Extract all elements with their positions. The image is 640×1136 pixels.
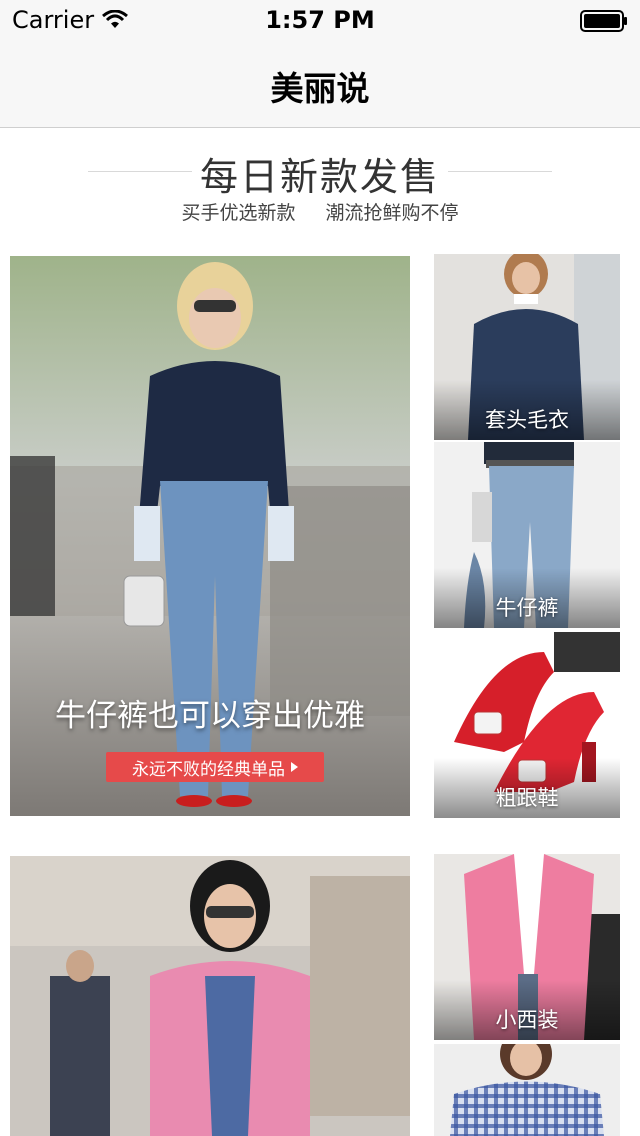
status-time: 1:57 PM [265, 6, 375, 34]
tile-jeans[interactable]: 牛仔裤 [434, 442, 620, 628]
feature-banner-blazer[interactable] [10, 856, 410, 1136]
battery-icon [580, 10, 627, 32]
tile-heels[interactable]: 粗跟鞋 [434, 632, 620, 818]
section-header: 每日新款发售 [0, 146, 640, 199]
tile-label-blazer: 小西装 [495, 1008, 559, 1032]
top-bar: Carrier 1:57 PM 美丽说 [0, 0, 640, 128]
subtitle-left: 买手优选新款 [181, 202, 296, 224]
feature-caption: 牛仔裤也可以穿出优雅 [55, 698, 365, 734]
tile-label-sweater: 套头毛衣 [485, 408, 569, 432]
tile-label-heels: 粗跟鞋 [495, 786, 559, 810]
tile-plaid-shirt[interactable] [434, 1044, 620, 1136]
play-arrow-icon [291, 762, 298, 772]
section-title: 每日新款发售 [199, 155, 440, 199]
page-title: 美丽说 [270, 69, 370, 108]
plaid-shirt-photo [434, 1044, 620, 1136]
tile-blazer[interactable]: 小西装 [434, 854, 620, 1040]
tile-label-jeans: 牛仔裤 [495, 596, 559, 620]
classic-item-button[interactable]: 永远不败的经典单品 [106, 752, 324, 782]
section-subtitle: 买手优选新款 潮流抢鲜购不停 [0, 198, 640, 225]
subtitle-right: 潮流抢鲜购不停 [325, 202, 459, 224]
tile-sweater[interactable]: 套头毛衣 [434, 254, 620, 440]
blazer-model-photo [10, 856, 410, 1136]
classic-item-button-label: 永远不败的经典单品 [132, 759, 285, 780]
